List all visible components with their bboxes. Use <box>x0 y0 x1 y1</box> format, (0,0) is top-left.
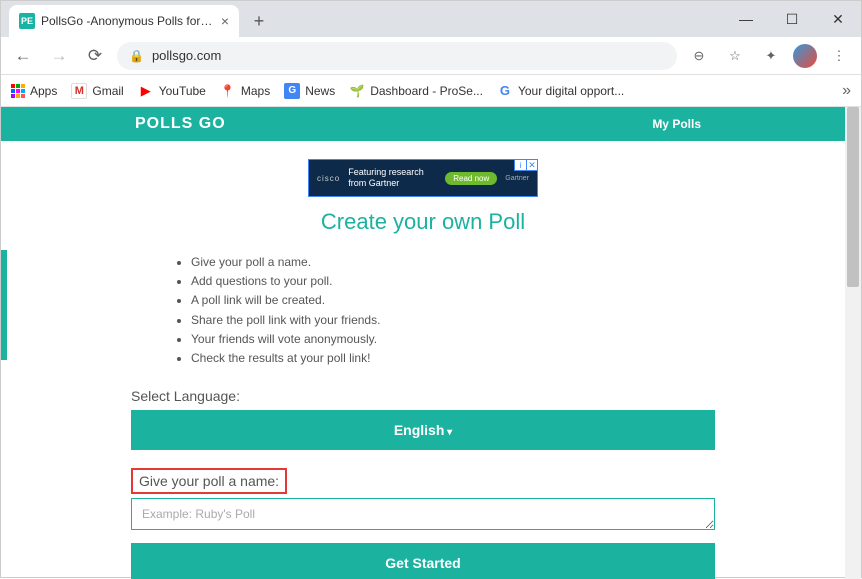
star-icon[interactable]: ☆ <box>721 42 749 70</box>
list-item: Give your poll a name. <box>191 253 715 272</box>
ad-close-icon[interactable]: ✕ <box>526 159 538 171</box>
news-bookmark[interactable]: News <box>284 83 335 99</box>
apps-icon <box>11 84 25 98</box>
bookmarks-overflow-icon[interactable]: » <box>842 82 851 100</box>
gmail-bookmark[interactable]: Gmail <box>71 83 123 99</box>
dashboard-icon <box>349 83 365 99</box>
list-item: Add questions to your poll. <box>191 272 715 291</box>
ad-gartner-label: Gartner <box>505 175 529 182</box>
close-tab-icon[interactable]: × <box>221 13 229 29</box>
ad-text: Featuring research from Gartner <box>348 167 437 189</box>
favicon-icon: PE <box>19 13 35 29</box>
news-icon <box>284 83 300 99</box>
dashboard-label: Dashboard - ProSe... <box>370 84 483 98</box>
ad-banner[interactable]: cisco Featuring research from Gartner Re… <box>308 159 538 197</box>
ad-brand: cisco <box>317 174 340 183</box>
zoom-icon[interactable]: ⊖ <box>685 42 713 70</box>
ad-cta-button[interactable]: Read now <box>445 172 497 185</box>
extensions-icon[interactable]: ✦ <box>757 42 785 70</box>
list-item: Share the poll link with your friends. <box>191 311 715 330</box>
dashboard-bookmark[interactable]: Dashboard - ProSe... <box>349 83 483 99</box>
poll-name-label: Give your poll a name: <box>139 473 279 489</box>
gmail-label: Gmail <box>92 84 123 98</box>
window-titlebar: PE PollsGo -Anonymous Polls for W… × + —… <box>1 1 861 37</box>
side-accent <box>1 250 7 360</box>
youtube-label: YouTube <box>159 84 206 98</box>
browser-tab[interactable]: PE PollsGo -Anonymous Polls for W… × <box>9 5 239 37</box>
youtube-icon <box>138 83 154 99</box>
browser-toolbar: ← → ⟳ 🔒 pollsgo.com ⊖ ☆ ✦ ⋮ <box>1 37 861 75</box>
digital-label: Your digital opport... <box>518 84 624 98</box>
profile-avatar[interactable] <box>793 44 817 68</box>
news-label: News <box>305 84 335 98</box>
bookmarks-bar: Apps Gmail YouTube Maps News Dashboard -… <box>1 75 861 107</box>
maps-label: Maps <box>241 84 270 98</box>
minimize-button[interactable]: — <box>723 1 769 37</box>
forward-button[interactable]: → <box>45 42 73 70</box>
ad-line1: Featuring research <box>348 167 437 178</box>
site-header: POLLS GO My Polls <box>1 107 845 141</box>
new-tab-button[interactable]: + <box>245 7 273 35</box>
window-controls: — ☐ ✕ <box>723 1 861 37</box>
main-content: cisco Featuring research from Gartner Re… <box>1 141 845 579</box>
menu-icon[interactable]: ⋮ <box>825 42 853 70</box>
scrollbar-thumb[interactable] <box>847 107 859 287</box>
apps-label: Apps <box>30 84 57 98</box>
my-polls-link[interactable]: My Polls <box>652 117 701 131</box>
maps-bookmark[interactable]: Maps <box>220 83 270 99</box>
page-viewport: POLLS GO My Polls cisco Featuring resear… <box>1 107 861 579</box>
apps-bookmark[interactable]: Apps <box>11 84 57 98</box>
tab-title: PollsGo -Anonymous Polls for W… <box>41 14 215 28</box>
scrollbar[interactable] <box>845 107 861 579</box>
instructions-list: Give your poll a name. Add questions to … <box>179 253 715 368</box>
ad-info-icon[interactable]: i <box>514 159 526 171</box>
youtube-bookmark[interactable]: YouTube <box>138 83 206 99</box>
list-item: Your friends will vote anonymously. <box>191 330 715 349</box>
close-window-button[interactable]: ✕ <box>815 1 861 37</box>
ad-line2: from Gartner <box>348 178 437 189</box>
page-title: Create your own Poll <box>131 209 715 235</box>
list-item: A poll link will be created. <box>191 291 715 310</box>
site-logo[interactable]: POLLS GO <box>135 115 226 133</box>
google-icon <box>497 83 513 99</box>
maps-icon <box>220 83 236 99</box>
digital-bookmark[interactable]: Your digital opport... <box>497 83 624 99</box>
name-label-highlight: Give your poll a name: <box>131 468 287 494</box>
maximize-button[interactable]: ☐ <box>769 1 815 37</box>
poll-name-input[interactable] <box>131 498 715 530</box>
gmail-icon <box>71 83 87 99</box>
get-started-button[interactable]: Get Started <box>131 543 715 579</box>
url-text: pollsgo.com <box>152 48 221 63</box>
list-item: Check the results at your poll link! <box>191 349 715 368</box>
reload-button[interactable]: ⟳ <box>81 42 109 70</box>
language-label: Select Language: <box>131 388 715 404</box>
address-bar[interactable]: 🔒 pollsgo.com <box>117 42 677 70</box>
language-dropdown[interactable]: English <box>131 410 715 450</box>
lock-icon: 🔒 <box>129 49 144 63</box>
back-button[interactable]: ← <box>9 42 37 70</box>
